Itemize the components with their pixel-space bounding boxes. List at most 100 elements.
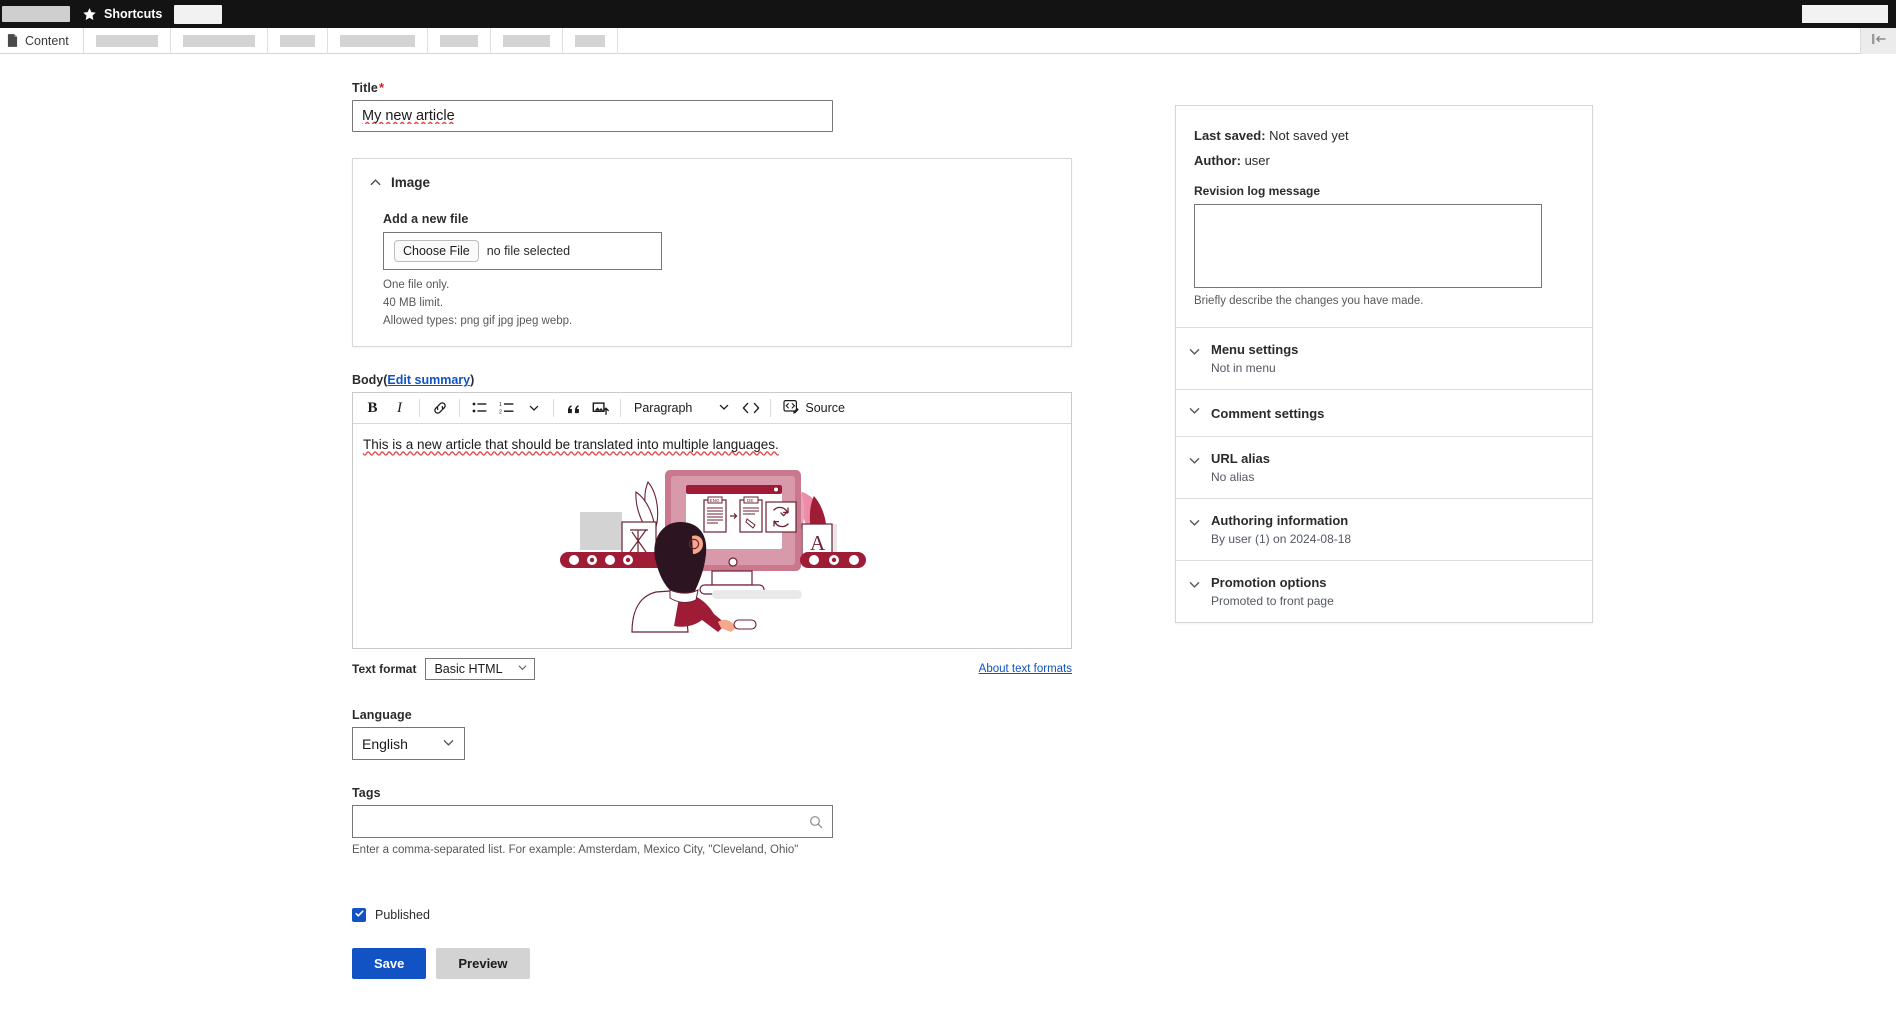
link-icon[interactable] xyxy=(427,396,452,421)
sidebar-section-summary: Not in menu xyxy=(1211,361,1276,375)
toolbar-separator xyxy=(459,399,460,418)
toolbar-skeleton-tab[interactable] xyxy=(491,27,563,54)
title-input[interactable] xyxy=(352,100,833,132)
last-saved-label: Last saved: xyxy=(1194,128,1266,143)
file-selection-status: no file selected xyxy=(486,244,571,258)
image-fieldset-toggle[interactable]: Image xyxy=(353,171,1071,190)
published-label: Published xyxy=(375,908,430,923)
sidebar-section-comment-settings[interactable]: Comment settings xyxy=(1176,389,1592,436)
preview-button[interactable]: Preview xyxy=(436,948,530,980)
block-quote-icon[interactable] xyxy=(561,396,586,421)
published-checkbox[interactable] xyxy=(352,908,366,923)
edit-summary-link[interactable]: Edit summary xyxy=(387,373,470,387)
source-editing-button[interactable]: Source xyxy=(778,396,850,421)
chevron-up-icon xyxy=(369,176,382,189)
editor-toolbar: B I 12 Paragraph Source xyxy=(353,393,1071,425)
italic-icon[interactable]: I xyxy=(387,396,412,421)
svg-text:1: 1 xyxy=(499,402,502,408)
toolbar-skeleton-home[interactable] xyxy=(2,6,70,22)
about-text-formats-link[interactable]: About text formats xyxy=(979,663,1072,675)
field-title: Title* xyxy=(352,80,1175,132)
revision-log-textarea[interactable] xyxy=(1194,204,1542,288)
collapse-sidebar-icon xyxy=(1871,32,1887,50)
author-value: user xyxy=(1244,153,1270,168)
choose-file-button[interactable]: Choose File xyxy=(394,240,479,262)
toolbar-skeleton-tab[interactable] xyxy=(563,27,618,54)
bold-icon[interactable]: B xyxy=(360,396,385,421)
collapse-sidebar-button[interactable] xyxy=(1860,28,1896,54)
toolbar-skeleton-tab[interactable] xyxy=(428,27,491,54)
sidebar-section-authoring-information[interactable]: Authoring information By user (1) on 202… xyxy=(1176,498,1592,560)
file-upload-field[interactable]: Choose File no file selected xyxy=(383,232,662,270)
tags-help-text: Enter a comma-separated list. For exampl… xyxy=(352,844,799,857)
chevron-down-icon xyxy=(718,401,730,416)
translation-illustration-svg: ENG DE A xyxy=(560,470,866,634)
paragraph-style-value: Paragraph xyxy=(634,401,693,416)
body-paragraph: This is a new article that should be tra… xyxy=(363,437,779,453)
toolbar-skeleton-user[interactable] xyxy=(1802,5,1888,23)
language-label: Language xyxy=(352,708,412,723)
author-row: Author: user xyxy=(1194,153,1574,168)
toolbar-separator xyxy=(620,399,621,418)
admin-toolbar-top: Shortcuts xyxy=(0,0,1896,28)
source-editing-label: Source xyxy=(805,401,845,416)
sidebar-section-title: Menu settings xyxy=(1211,342,1299,357)
language-select[interactable]: English xyxy=(352,727,465,761)
toolbar-skeleton-tab[interactable] xyxy=(171,27,268,54)
node-edit-sidebar-column: Last saved: Not saved yet Author: user R… xyxy=(1175,80,1645,623)
file-help-line: 40 MB limit. xyxy=(383,296,444,309)
shortcuts-menu-item[interactable]: Shortcuts xyxy=(70,0,174,28)
image-fieldset-legend: Image xyxy=(391,175,431,190)
toolbar-separator xyxy=(553,399,554,418)
add-new-file-label: Add a new file xyxy=(383,212,469,226)
toolbar-skeleton-tab[interactable] xyxy=(328,27,428,54)
toolbar-skeleton-tabs xyxy=(84,27,618,54)
save-button[interactable]: Save xyxy=(352,948,427,980)
sidebar-section-title: Comment settings xyxy=(1211,405,1325,421)
image-fieldset: Image Add a new file Choose File no file… xyxy=(352,158,1072,348)
numbered-list-icon[interactable]: 12 xyxy=(494,396,519,421)
field-body: Body(Edit summary) B I 12 Paragraph Sour… xyxy=(352,373,1175,681)
body-label-text: Body xyxy=(352,373,384,388)
text-format-select[interactable]: Basic HTML xyxy=(425,658,535,681)
node-edit-sidebar: Last saved: Not saved yet Author: user R… xyxy=(1175,105,1593,623)
shortcuts-label: Shortcuts xyxy=(104,7,163,21)
sidebar-section-url-alias[interactable]: URL alias No alias xyxy=(1176,436,1592,498)
chevron-down-icon xyxy=(1188,513,1201,546)
body-editor-content[interactable]: This is a new article that should be tra… xyxy=(353,424,1071,648)
chevron-down-icon[interactable] xyxy=(521,396,546,421)
sidebar-section-title: URL alias xyxy=(1211,451,1271,466)
insert-image-icon[interactable] xyxy=(588,396,613,421)
admin-toolbar-second: Content xyxy=(0,27,1896,54)
paren-close: ) xyxy=(470,373,475,388)
toolbar-tab-content-label: Content xyxy=(25,33,69,48)
toolbar-separator xyxy=(770,399,772,418)
title-label: Title* xyxy=(352,80,1175,95)
sidebar-section-summary: Promoted to front page xyxy=(1211,594,1334,608)
chevron-down-icon xyxy=(1188,575,1201,608)
code-icon[interactable] xyxy=(738,396,763,421)
toolbar-tab-content[interactable]: Content xyxy=(0,27,84,54)
tags-autocomplete[interactable] xyxy=(352,805,833,839)
chevron-down-icon xyxy=(517,662,528,676)
svg-text:A: A xyxy=(810,531,826,555)
bulleted-list-icon[interactable] xyxy=(467,396,492,421)
sidebar-section-promotion-options[interactable]: Promotion options Promoted to front page xyxy=(1176,560,1592,622)
svg-text:2: 2 xyxy=(499,410,502,416)
chevron-down-icon xyxy=(1188,342,1201,375)
last-saved-row: Last saved: Not saved yet xyxy=(1194,128,1574,143)
toolbar-skeleton-tab[interactable] xyxy=(84,27,171,54)
chevron-down-icon xyxy=(1188,404,1201,422)
toolbar-separator xyxy=(419,399,420,418)
page-layout: Title* Image Add a new file Choose File … xyxy=(0,54,1896,980)
document-icon xyxy=(7,34,18,47)
file-help-line: One file only. xyxy=(383,279,450,291)
author-label: Author: xyxy=(1194,153,1241,168)
form-actions: Save Preview xyxy=(352,948,1175,980)
chevron-down-icon xyxy=(1188,451,1201,484)
toolbar-skeleton-tab[interactable] xyxy=(268,27,328,54)
tags-input[interactable] xyxy=(353,806,809,838)
paragraph-style-dropdown[interactable]: Paragraph xyxy=(628,396,736,421)
sidebar-section-menu-settings[interactable]: Menu settings Not in menu xyxy=(1176,327,1592,389)
toolbar-skeleton-item[interactable] xyxy=(174,4,223,24)
